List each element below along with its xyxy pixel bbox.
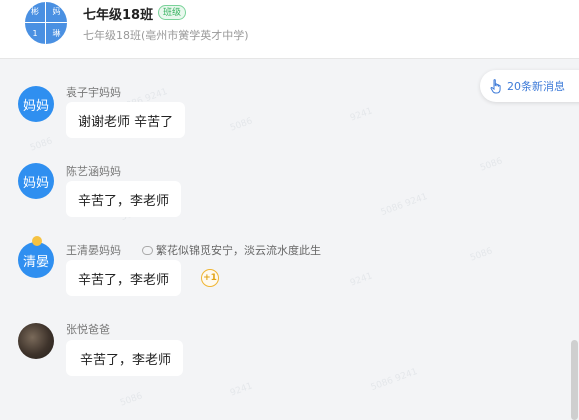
message-bubble[interactable]: 辛苦了，李老师: [66, 181, 182, 217]
message-bubble[interactable]: 辛苦了，李老师: [66, 340, 184, 376]
watermark: 9241: [228, 381, 254, 399]
group-avatar-char: 妈: [46, 2, 67, 23]
avatar[interactable]: 清晏: [18, 242, 54, 278]
watermark: 5086: [118, 391, 144, 409]
message-bubble[interactable]: 谢谢老师 辛苦了: [66, 102, 186, 138]
sender-name: 袁子宇妈妈: [66, 86, 121, 99]
avatar[interactable]: 妈妈: [18, 86, 54, 122]
watermark: 5086 9241: [369, 366, 419, 394]
sender-name: 张悦爸爸: [66, 323, 110, 336]
avatar[interactable]: 妈妈: [18, 163, 54, 199]
signature-text: 繁花似锦觅安宁，淡云流水度此生: [156, 244, 321, 257]
watermark: 5086: [228, 116, 254, 134]
group-avatar-char: 琳: [52, 28, 61, 38]
group-type-badge: 班级: [158, 5, 187, 20]
signature: 繁花似锦觅安宁，淡云流水度此生: [142, 242, 321, 258]
chat-header: 彬 妈 1 琳 七年级18班 班级 七年级18班(亳州市黉学英才中学): [0, 0, 579, 59]
group-avatar-char: 彬: [25, 2, 46, 23]
group-subtitle: 七年级18班(亳州市黉学英才中学): [83, 29, 249, 42]
new-messages-button[interactable]: 20条新消息: [480, 70, 579, 102]
watermark: 9241: [348, 106, 374, 124]
watermark: 5086: [468, 246, 494, 264]
watermark: 5086 9241: [379, 191, 429, 219]
sender-name: 王清晏妈妈: [66, 244, 121, 257]
scrollbar-thumb[interactable]: [571, 340, 578, 420]
group-avatar[interactable]: 彬 妈 1 琳: [23, 0, 69, 46]
hand-pointer-icon: [490, 78, 504, 94]
message-bubble[interactable]: 辛苦了，李老师: [66, 260, 182, 296]
watermark: 5086: [478, 156, 504, 174]
new-messages-label: 20条新消息: [507, 80, 565, 93]
watermark: 9241: [348, 271, 374, 289]
plus-one-button[interactable]: +1: [201, 269, 219, 287]
sender-name: 陈艺涵妈妈: [66, 165, 121, 178]
watermark: 5086: [28, 136, 54, 154]
group-title[interactable]: 七年级18班: [83, 4, 153, 23]
crown-icon: [32, 236, 42, 246]
speech-bubble-icon: [142, 245, 153, 255]
avatar[interactable]: [18, 323, 54, 359]
group-avatar-char: 1: [25, 23, 46, 44]
